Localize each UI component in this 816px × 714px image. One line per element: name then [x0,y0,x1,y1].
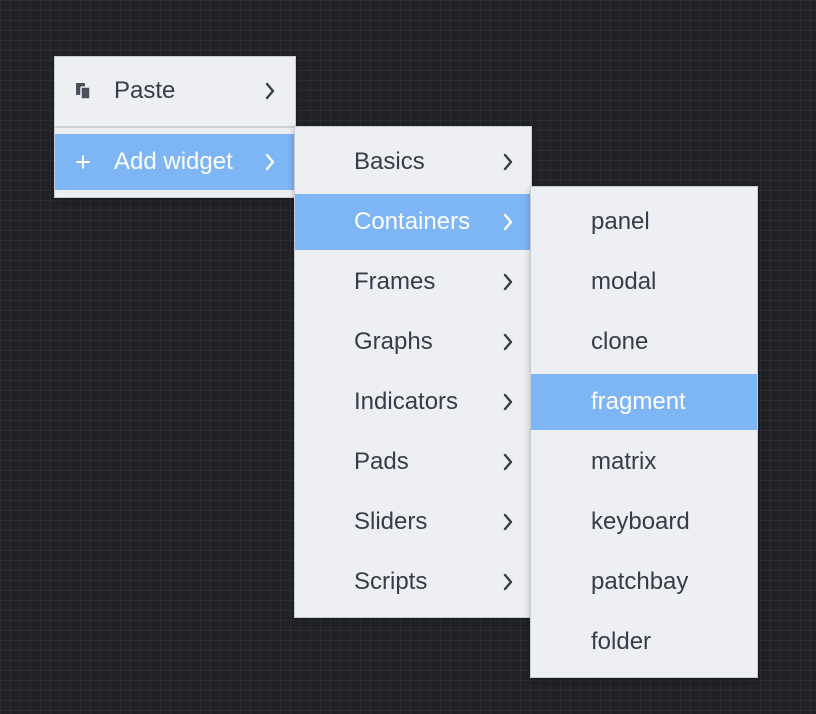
menu-item-label: folder [591,628,652,655]
paste-icon [75,63,93,119]
menu-item-label: Basics [354,148,425,175]
plus-icon [75,134,91,190]
containers-submenu: panel modal clone fragment matrix keyboa… [530,186,758,678]
chevron-right-icon [503,573,513,591]
chevron-right-icon [265,82,275,100]
submenu-item-scripts[interactable]: Scripts [295,554,531,610]
chevron-right-icon [503,453,513,471]
submenu-item-patchbay[interactable]: patchbay [531,554,757,610]
submenu-item-fragment[interactable]: fragment [531,374,757,430]
submenu-item-sliders[interactable]: Sliders [295,494,531,550]
menu-item-label: Graphs [354,328,433,355]
chevron-right-icon [503,273,513,291]
menu-item-label: Scripts [354,568,428,595]
submenu-item-modal[interactable]: modal [531,254,757,310]
menu-item-label: Pads [354,448,409,475]
menu-item-label: modal [591,268,657,295]
chevron-right-icon [503,213,513,231]
chevron-right-icon [503,513,513,531]
submenu-item-pads[interactable]: Pads [295,434,531,490]
menu-item-label: fragment [591,388,686,415]
submenu-item-graphs[interactable]: Graphs [295,314,531,370]
menu-item-label: Indicators [354,388,459,415]
chevron-right-icon [265,153,275,171]
menu-item-label: panel [591,208,650,235]
chevron-right-icon [503,393,513,411]
menu-item-paste[interactable]: Paste [55,63,295,119]
menu-item-label: Frames [354,268,436,295]
submenu-item-keyboard[interactable]: keyboard [531,494,757,550]
context-menu: Paste Add widget [54,56,296,198]
submenu-item-folder[interactable]: folder [531,614,757,670]
menu-item-label: matrix [591,448,657,475]
submenu-item-clone[interactable]: clone [531,314,757,370]
menu-item-label: keyboard [591,508,690,535]
menu-item-label: Sliders [354,508,428,535]
submenu-item-containers[interactable]: Containers [295,194,531,250]
menu-item-label: Containers [354,208,471,235]
menu-item-label: clone [591,328,649,355]
submenu-item-basics[interactable]: Basics [295,134,531,190]
chevron-right-icon [503,153,513,171]
menu-item-label: Paste [114,77,176,104]
submenu-item-panel[interactable]: panel [531,194,757,250]
menu-item-label: patchbay [591,568,689,595]
widget-category-submenu: Basics Containers Frames Graphs Indicato… [294,126,532,618]
submenu-item-indicators[interactable]: Indicators [295,374,531,430]
submenu-item-matrix[interactable]: matrix [531,434,757,490]
menu-separator [55,126,295,128]
submenu-item-frames[interactable]: Frames [295,254,531,310]
menu-item-add-widget[interactable]: Add widget [55,134,295,190]
menu-item-label: Add widget [114,148,233,175]
chevron-right-icon [503,333,513,351]
